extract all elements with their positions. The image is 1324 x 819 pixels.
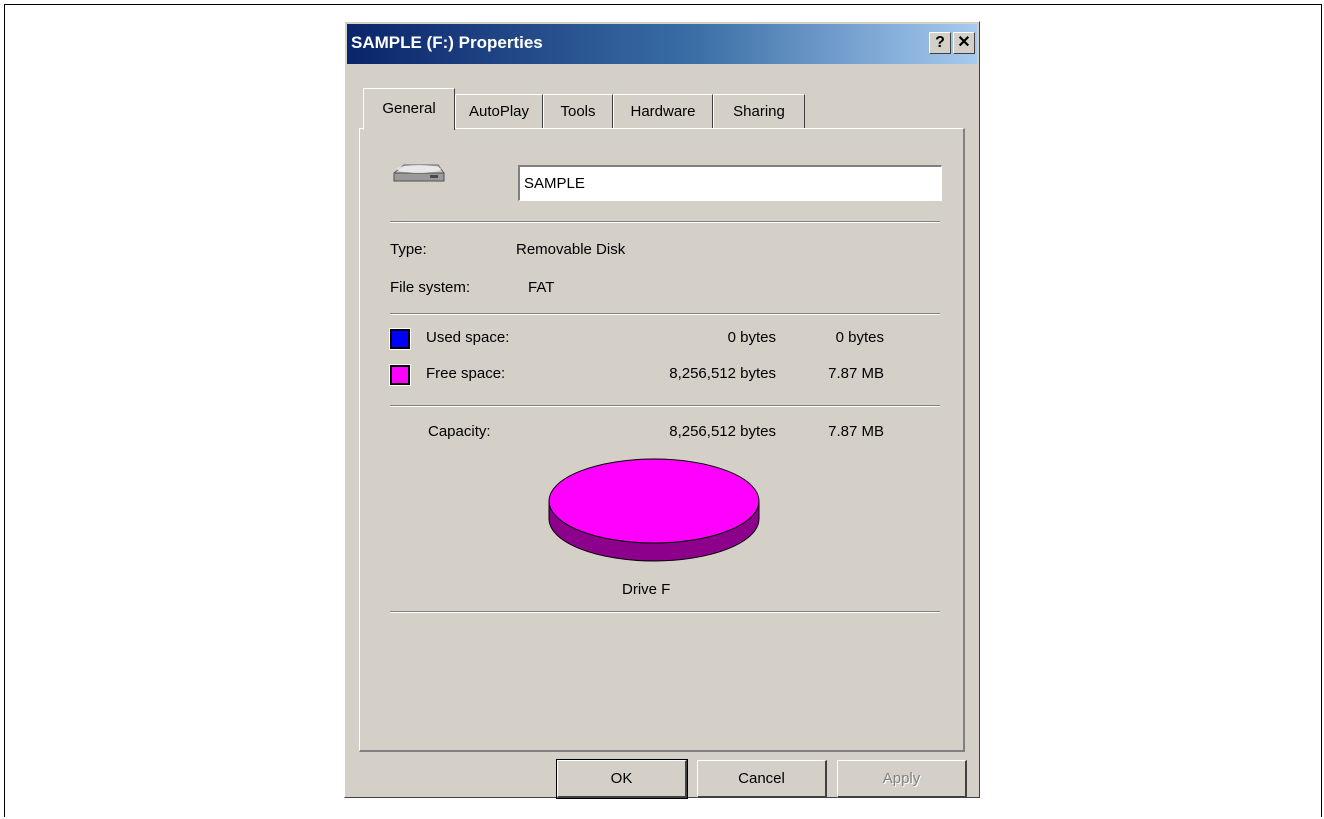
free-space-swatch	[389, 364, 411, 386]
free-space-bytes: 8,256,512 bytes	[669, 365, 776, 382]
window-title: SAMPLE (F:) Properties	[351, 33, 543, 52]
file-system-value: FAT	[528, 279, 555, 296]
tab-general[interactable]: General	[363, 88, 455, 130]
capacity-size: 7.87 MB	[828, 423, 884, 440]
tab-sharing[interactable]: Sharing	[713, 94, 805, 128]
title-bar[interactable]: SAMPLE (F:) Properties ? ✕	[347, 24, 977, 64]
apply-button[interactable]: Apply	[837, 760, 967, 798]
volume-label-input[interactable]	[518, 165, 942, 201]
disk-usage-pie-chart	[548, 458, 760, 562]
separator	[390, 405, 940, 407]
tab-autoplay[interactable]: AutoPlay	[455, 94, 543, 128]
used-space-bytes: 0 bytes	[727, 329, 776, 346]
ok-button[interactable]: OK	[556, 759, 688, 799]
used-space-swatch	[389, 328, 411, 350]
used-space-size: 0 bytes	[835, 329, 884, 346]
separator	[390, 313, 940, 315]
removable-drive-icon	[393, 164, 445, 182]
free-space-size: 7.87 MB	[828, 365, 884, 382]
file-system-label: File system:	[390, 279, 471, 296]
help-button[interactable]: ?	[929, 32, 951, 54]
type-value: Removable Disk	[516, 241, 626, 258]
capacity-label: Capacity:	[428, 423, 491, 440]
free-space-label: Free space:	[426, 365, 506, 382]
drive-caption: Drive F	[622, 581, 671, 598]
cancel-button[interactable]: Cancel	[697, 760, 827, 798]
properties-dialog: SAMPLE (F:) Properties ? ✕ General AutoP…	[344, 21, 980, 799]
pie-slice-free-space	[548, 458, 760, 544]
tab-hardware[interactable]: Hardware	[613, 94, 713, 128]
capacity-bytes: 8,256,512 bytes	[669, 423, 776, 440]
separator	[390, 611, 940, 613]
type-label: Type:	[390, 241, 427, 258]
close-button[interactable]: ✕	[953, 32, 975, 54]
used-space-label: Used space:	[426, 329, 510, 346]
general-tab-panel: Type: Removable Disk File system: FAT Us…	[359, 128, 965, 752]
tab-tools[interactable]: Tools	[543, 94, 613, 128]
separator	[390, 221, 940, 223]
